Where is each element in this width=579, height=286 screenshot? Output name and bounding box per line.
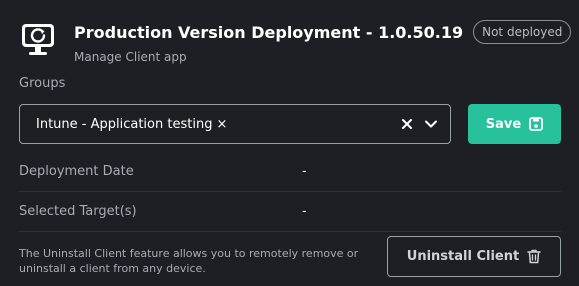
title-row: Production Version Deployment - 1.0.50.1…: [74, 18, 572, 46]
selected-targets-label: Selected Target(s): [19, 203, 137, 219]
page-subtitle: Manage Client app: [74, 50, 187, 64]
page-title: Production Version Deployment - 1.0.50.1…: [74, 22, 464, 42]
chevron-down-icon[interactable]: [422, 115, 440, 133]
save-button[interactable]: Save: [468, 104, 561, 144]
trash-icon: [527, 249, 541, 264]
groups-select[interactable]: Intune - Application testing ×: [19, 104, 451, 144]
select-controls: [398, 105, 440, 143]
uninstall-button-label: Uninstall Client: [406, 249, 520, 264]
clear-icon[interactable]: [398, 115, 416, 133]
deployment-date-value: -: [302, 163, 307, 179]
selected-group-chip: Intune - Application testing ×: [36, 117, 227, 132]
deployment-panel: Production Version Deployment - 1.0.50.1…: [0, 0, 579, 286]
header: Production Version Deployment - 1.0.50.1…: [18, 18, 572, 64]
selected-group-label: Intune - Application testing: [36, 116, 213, 132]
remove-group-icon[interactable]: ×: [216, 117, 227, 132]
groups-label: Groups: [19, 76, 66, 91]
save-button-label: Save: [485, 116, 522, 132]
divider: [19, 231, 561, 232]
floppy-disk-icon: [529, 117, 544, 131]
uninstall-client-button[interactable]: Uninstall Client: [387, 236, 561, 277]
status-badge: Not deployed: [473, 20, 572, 44]
deployment-date-label: Deployment Date: [19, 163, 134, 179]
header-text: Production Version Deployment - 1.0.50.1…: [74, 18, 572, 64]
uninstall-description: The Uninstall Client feature allows you …: [19, 247, 359, 275]
selected-targets-row: Selected Target(s) -: [19, 191, 561, 231]
monitor-refresh-icon: [18, 19, 58, 59]
selected-targets-value: -: [302, 203, 307, 219]
deployment-date-row: Deployment Date -: [19, 151, 561, 191]
